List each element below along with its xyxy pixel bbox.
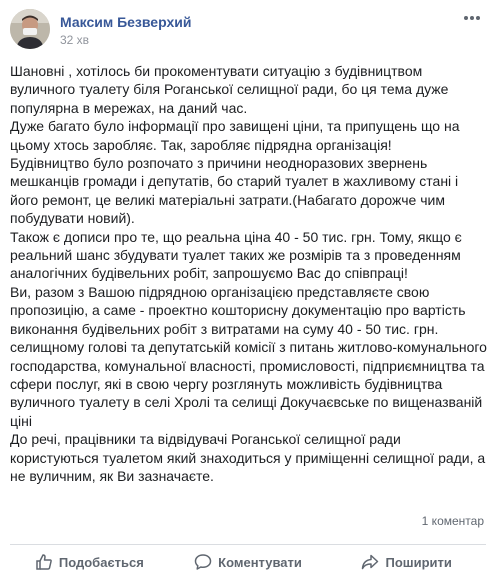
post-text: Шановні , хотілось би прокоментувати сит… — [10, 62, 488, 485]
post-paragraph: Дуже багато було інформації про завищені… — [10, 118, 460, 153]
avatar[interactable] — [10, 9, 50, 49]
comment-label: Коментувати — [218, 554, 302, 570]
post-paragraph: Також є дописи про те, що реальна ціна 4… — [10, 228, 462, 282]
more-options-icon[interactable] — [460, 11, 484, 25]
post-timestamp[interactable]: 32 хв — [60, 33, 89, 47]
comment-button[interactable]: Коментувати — [169, 546, 328, 578]
like-button[interactable]: Подобається — [10, 546, 169, 578]
post-paragraph: Шановні , хотілось би прокоментувати сит… — [10, 63, 449, 116]
share-button[interactable]: Поширити — [327, 546, 486, 578]
share-arrow-icon — [362, 554, 379, 570]
post-paragraph: До речі, працівники та відвідувачі Роган… — [10, 431, 486, 484]
divider — [10, 544, 486, 545]
author-name[interactable]: Максим Безверхий — [60, 14, 191, 30]
like-label: Подобається — [58, 554, 144, 570]
action-bar: Подобається Коментувати Поширити — [10, 546, 486, 578]
post-header: Максим Безверхий 32 хв — [10, 9, 486, 49]
post-paragraph: Будівництво було розпочато з причини нео… — [10, 155, 459, 227]
speech-bubble-icon — [194, 554, 212, 570]
thumbs-up-icon — [36, 554, 52, 570]
share-label: Поширити — [385, 554, 452, 570]
post-paragraph: Ви, разом з Вашою підрядною організацією… — [10, 283, 487, 429]
comments-count[interactable]: 1 коментар — [422, 514, 484, 528]
